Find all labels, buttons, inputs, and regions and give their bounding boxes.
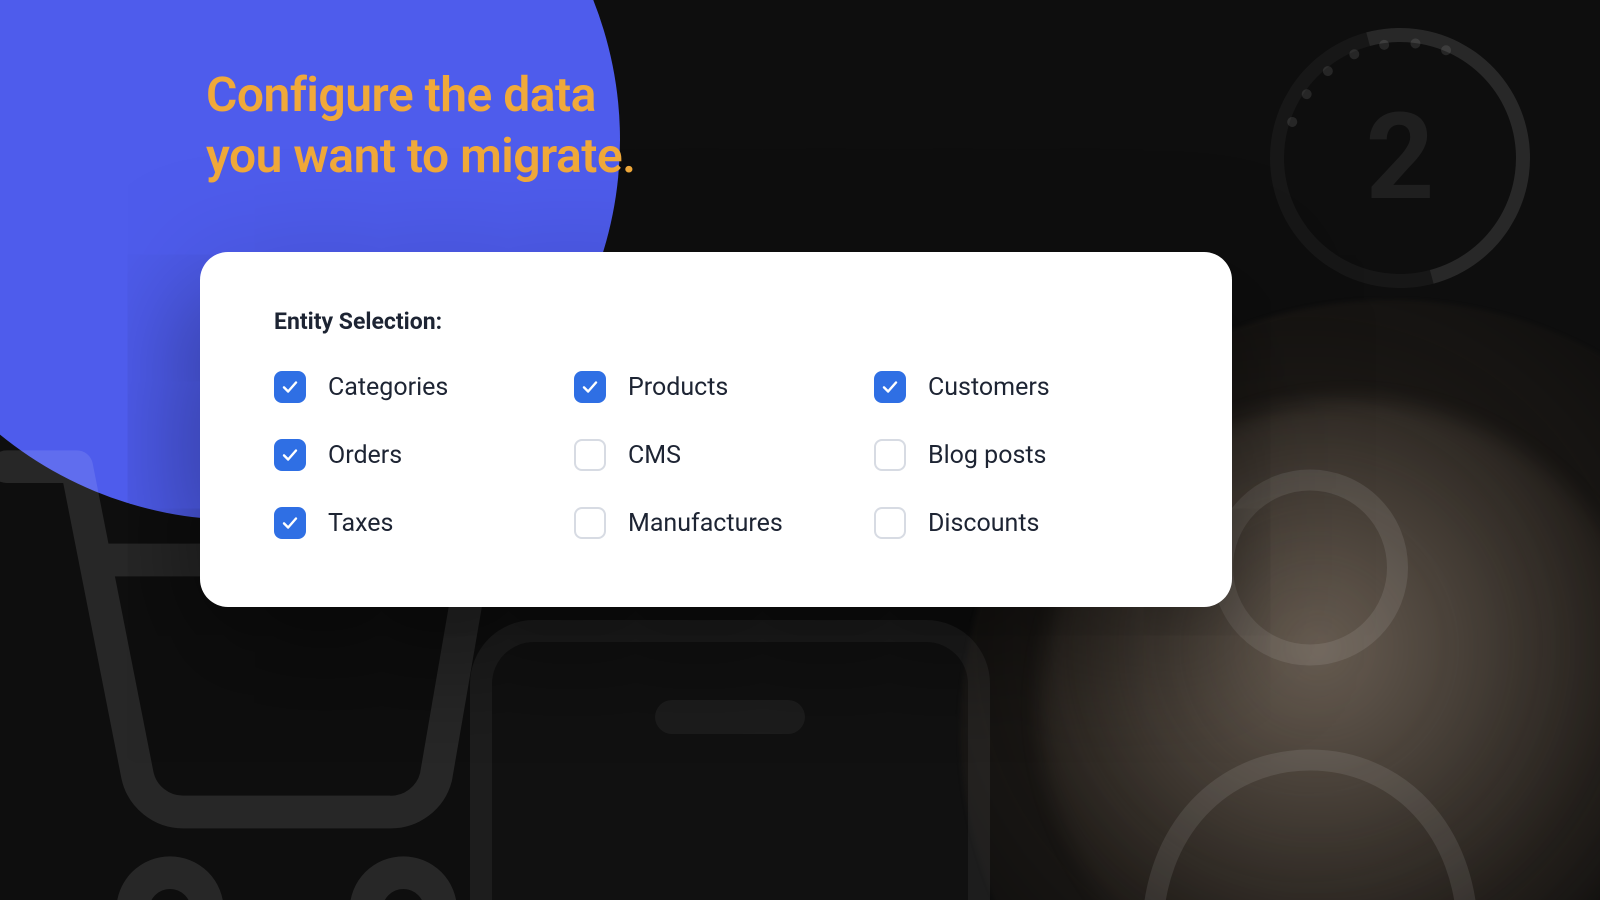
- checkbox-taxes[interactable]: [274, 507, 306, 539]
- entity-option-label: CMS: [628, 441, 681, 470]
- page-headline: Configure the data you want to migrate.: [206, 64, 1106, 187]
- checkbox-products[interactable]: [574, 371, 606, 403]
- tablet-icon: [470, 620, 990, 900]
- entity-option-label: Blog posts: [928, 441, 1046, 470]
- card-title: Entity Selection:: [274, 308, 1158, 335]
- headline-line-2: you want to migrate.: [206, 127, 635, 184]
- checkbox-categories[interactable]: [274, 371, 306, 403]
- entity-options-grid: Categories Products Customers Orders CMS Blog…: [274, 371, 1158, 539]
- entity-option-blog-posts[interactable]: Blog posts: [874, 439, 1158, 471]
- step-badge: 2: [1270, 28, 1530, 288]
- checkbox-orders[interactable]: [274, 439, 306, 471]
- entity-option-taxes[interactable]: Taxes: [274, 507, 558, 539]
- entity-option-label: Orders: [328, 441, 402, 470]
- entity-option-label: Manufactures: [628, 509, 783, 538]
- entity-option-customers[interactable]: Customers: [874, 371, 1158, 403]
- entity-option-label: Categories: [328, 373, 448, 402]
- entity-option-label: Customers: [928, 373, 1050, 402]
- entity-option-products[interactable]: Products: [574, 371, 858, 403]
- checkbox-customers[interactable]: [874, 371, 906, 403]
- checkbox-discounts[interactable]: [874, 507, 906, 539]
- entity-option-label: Products: [628, 373, 728, 402]
- checkbox-manufactures[interactable]: [574, 507, 606, 539]
- entity-option-label: Taxes: [328, 509, 393, 538]
- entity-selection-card: Entity Selection: Categories Products Cust…: [200, 252, 1232, 607]
- entity-option-label: Discounts: [928, 509, 1039, 538]
- checkbox-cms[interactable]: [574, 439, 606, 471]
- entity-option-categories[interactable]: Categories: [274, 371, 558, 403]
- entity-option-discounts[interactable]: Discounts: [874, 507, 1158, 539]
- checkbox-blog-posts[interactable]: [874, 439, 906, 471]
- headline-line-1: Configure the data: [206, 66, 596, 123]
- step-number: 2: [1270, 28, 1530, 288]
- entity-option-orders[interactable]: Orders: [274, 439, 558, 471]
- entity-option-cms[interactable]: CMS: [574, 439, 858, 471]
- entity-option-manufactures[interactable]: Manufactures: [574, 507, 858, 539]
